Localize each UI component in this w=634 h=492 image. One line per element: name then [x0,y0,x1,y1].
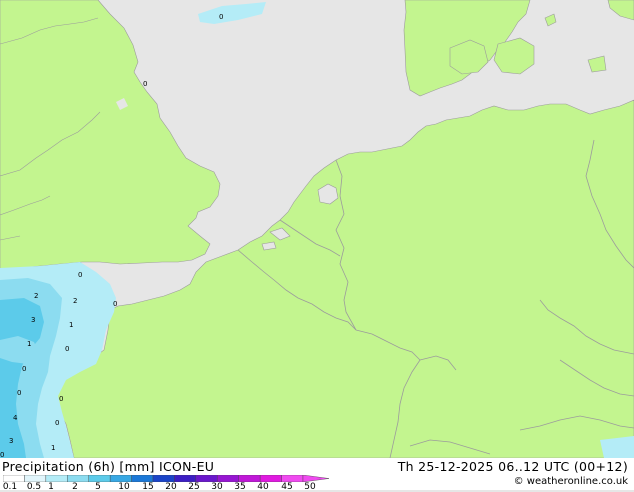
colorbar-tick-label: 1 [48,482,54,492]
precip-label: 4 [13,414,18,422]
precip-label: 0 [78,271,82,279]
precip-label: 0 [55,419,59,427]
colorbar-segment [281,475,304,482]
colorbar-segment [259,475,282,482]
colorbar-segment [3,475,25,482]
colorbar-tick-labels: 0.1 0.5 1 2 5 10 15 20 25 30 35 40 45 50 [0,482,330,492]
colorbar-segment [238,475,261,482]
colorbar-segment [88,475,111,482]
colorbar-tick-label: 35 [234,482,246,492]
precip-label: 1 [69,321,73,329]
precip-label: 0 [22,365,26,373]
colorbar-segment [24,475,47,482]
colorbar-tick-label: 2 [72,482,78,492]
colorbar-segment [152,475,175,482]
colorbar-tick-label: 10 [118,482,130,492]
colorbar-tick-label: 15 [142,482,154,492]
precip-label: 0 [65,345,69,353]
precip-label: 0 [0,451,4,458]
precip-label: 2 [34,292,38,300]
colorbar-tick-label: 5 [95,482,101,492]
colorbar-segment [195,475,218,482]
colorbar-segment [217,475,239,482]
precip-label: 2 [73,297,77,305]
colorbar-segment [174,475,197,482]
colorbar-tick-label: 0.5 [26,482,42,492]
precip-label: 0 [59,395,63,403]
credit-link[interactable]: © weatheronline.co.uk [514,476,628,487]
precipitation-map[interactable]: 0 0 0 2 2 3 1 1 0 0 0 0 0 4 0 3 1 0 [0,0,634,458]
precip-label: 0 [143,80,147,88]
colorbar-tick-label: 30 [211,482,223,492]
colorbar-tick-label: 20 [165,482,177,492]
colorbar-segment [45,475,68,482]
colorbar-segment [67,475,89,482]
colorbar-tick-label: 0.1 [2,482,18,492]
precip-label: 0 [219,13,223,21]
map-footer: Precipitation (6h) [mm] ICON-EU Th 25-12… [0,458,634,492]
precip-label: 3 [31,316,35,324]
precip-label: 1 [27,340,31,348]
colorbar-tick-label: 45 [281,482,293,492]
forecast-run-info: Th 25-12-2025 06..12 UTC (00+12) [397,459,628,474]
colorbar-segment [131,475,154,482]
map-canvas: 0 0 0 2 2 3 1 1 0 0 0 0 0 4 0 3 1 0 [0,0,634,458]
map-title: Precipitation (6h) [mm] ICON-EU [2,459,215,474]
precip-label: 1 [51,444,55,452]
colorbar-tick-label: 50 [304,482,316,492]
colorbar-tick-label: 25 [188,482,200,492]
colorbar-segment [109,475,132,482]
precip-label: 0 [17,389,21,397]
precipitation-colorbar [3,475,330,482]
colorbar-tick-label: 40 [257,482,269,492]
precip-label: 0 [113,300,117,308]
precip-label: 3 [9,437,13,445]
colorbar-overflow-arrow [302,475,330,482]
